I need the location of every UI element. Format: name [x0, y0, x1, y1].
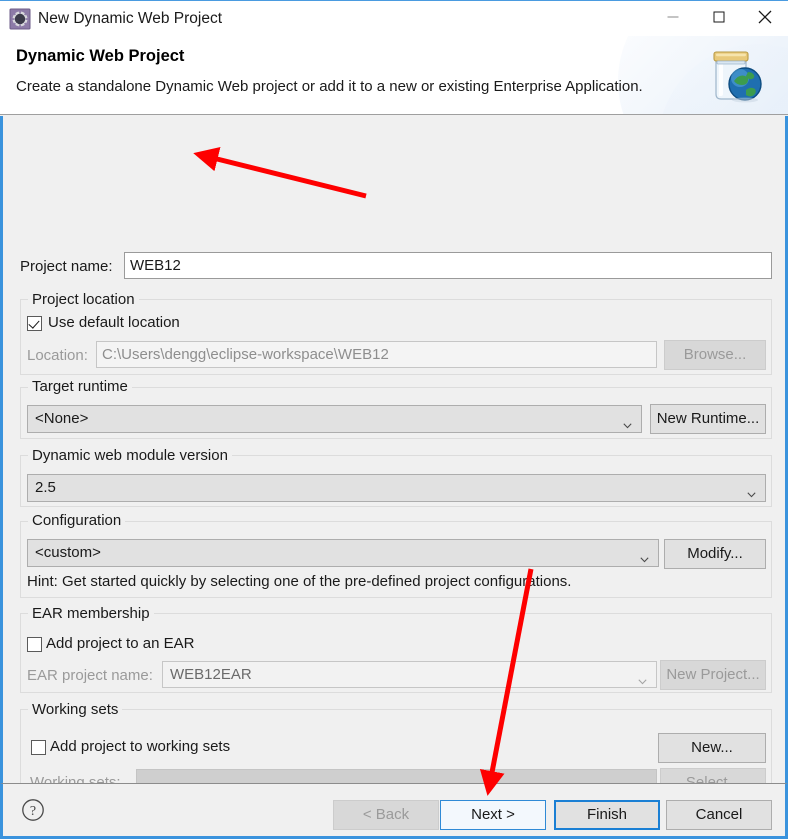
new-dynamic-web-project-dialog: New Dynamic Web Project Dynamic Web Proj…: [0, 0, 788, 839]
ear-project-name-value: WEB12EAR: [170, 666, 252, 683]
new-ear-project-button: New Project...: [660, 660, 766, 690]
banner-title: Dynamic Web Project: [16, 47, 185, 65]
module-version-group-title: Dynamic web module version: [28, 447, 232, 464]
configuration-value: <custom>: [35, 544, 101, 561]
new-runtime-button[interactable]: New Runtime...: [650, 404, 766, 434]
configuration-combo[interactable]: <custom>: [27, 539, 659, 567]
jar-with-globe-icon: [700, 42, 766, 108]
working-sets-group-title: Working sets: [28, 701, 123, 718]
ear-project-name-combo: WEB12EAR: [162, 661, 657, 688]
dialog-footer: ? < Back Next > Finish Cancel: [0, 783, 788, 839]
new-working-set-button[interactable]: New...: [658, 733, 766, 763]
browse-button: Browse...: [664, 340, 766, 370]
target-runtime-value: <None>: [35, 410, 89, 427]
add-project-to-ear-label: Add project to an EAR: [46, 635, 195, 652]
modify-configuration-button[interactable]: Modify...: [664, 539, 766, 569]
svg-text:?: ?: [30, 804, 36, 819]
target-runtime-combo[interactable]: <None>: [27, 405, 642, 433]
use-default-location-label: Use default location: [48, 314, 180, 331]
ear-project-name-label: EAR project name:: [27, 667, 153, 684]
wizard-page-body: Project name: WEB12 Project location Use…: [0, 116, 788, 806]
wizard-banner: Dynamic Web Project Create a standalone …: [0, 36, 788, 115]
module-version-combo[interactable]: 2.5: [27, 474, 766, 502]
add-project-to-working-sets-label: Add project to working sets: [50, 738, 231, 755]
configuration-hint: Hint: Get started quickly by selecting o…: [27, 573, 572, 590]
location-label: Location:: [27, 347, 88, 364]
next-button[interactable]: Next >: [440, 800, 546, 830]
project-name-input[interactable]: WEB12: [124, 252, 772, 279]
maximize-icon: [713, 11, 725, 23]
eclipse-project-wizard-icon: [9, 8, 31, 30]
ear-membership-group-title: EAR membership: [28, 605, 154, 622]
maximize-button[interactable]: [696, 1, 742, 33]
use-default-location-checkbox[interactable]: [27, 316, 42, 331]
minimize-icon: [667, 16, 679, 18]
add-project-to-ear-checkbox[interactable]: [27, 637, 42, 652]
module-version-value: 2.5: [35, 479, 56, 496]
chevron-down-icon: [747, 485, 756, 498]
chevron-down-icon: [623, 416, 632, 429]
add-project-to-working-sets-checkbox[interactable]: [31, 740, 46, 755]
banner-description: Create a standalone Dynamic Web project …: [16, 78, 643, 95]
project-name-label: Project name:: [20, 258, 113, 275]
cancel-button[interactable]: Cancel: [666, 800, 772, 830]
finish-button[interactable]: Finish: [554, 800, 660, 830]
question-mark-help-icon[interactable]: ?: [21, 798, 45, 822]
chevron-down-icon: [640, 550, 649, 563]
minimize-button[interactable]: [650, 1, 696, 33]
close-button[interactable]: [742, 1, 788, 33]
chevron-down-icon: [638, 672, 647, 684]
location-input: C:\Users\dengg\eclipse-workspace\WEB12: [96, 341, 657, 368]
configuration-group-title: Configuration: [28, 512, 126, 529]
back-button: < Back: [333, 800, 439, 830]
title-bar: New Dynamic Web Project: [0, 0, 788, 36]
window-title: New Dynamic Web Project: [38, 10, 223, 27]
close-icon: [758, 10, 772, 24]
target-runtime-group-title: Target runtime: [28, 378, 132, 395]
project-location-group-title: Project location: [28, 291, 139, 308]
